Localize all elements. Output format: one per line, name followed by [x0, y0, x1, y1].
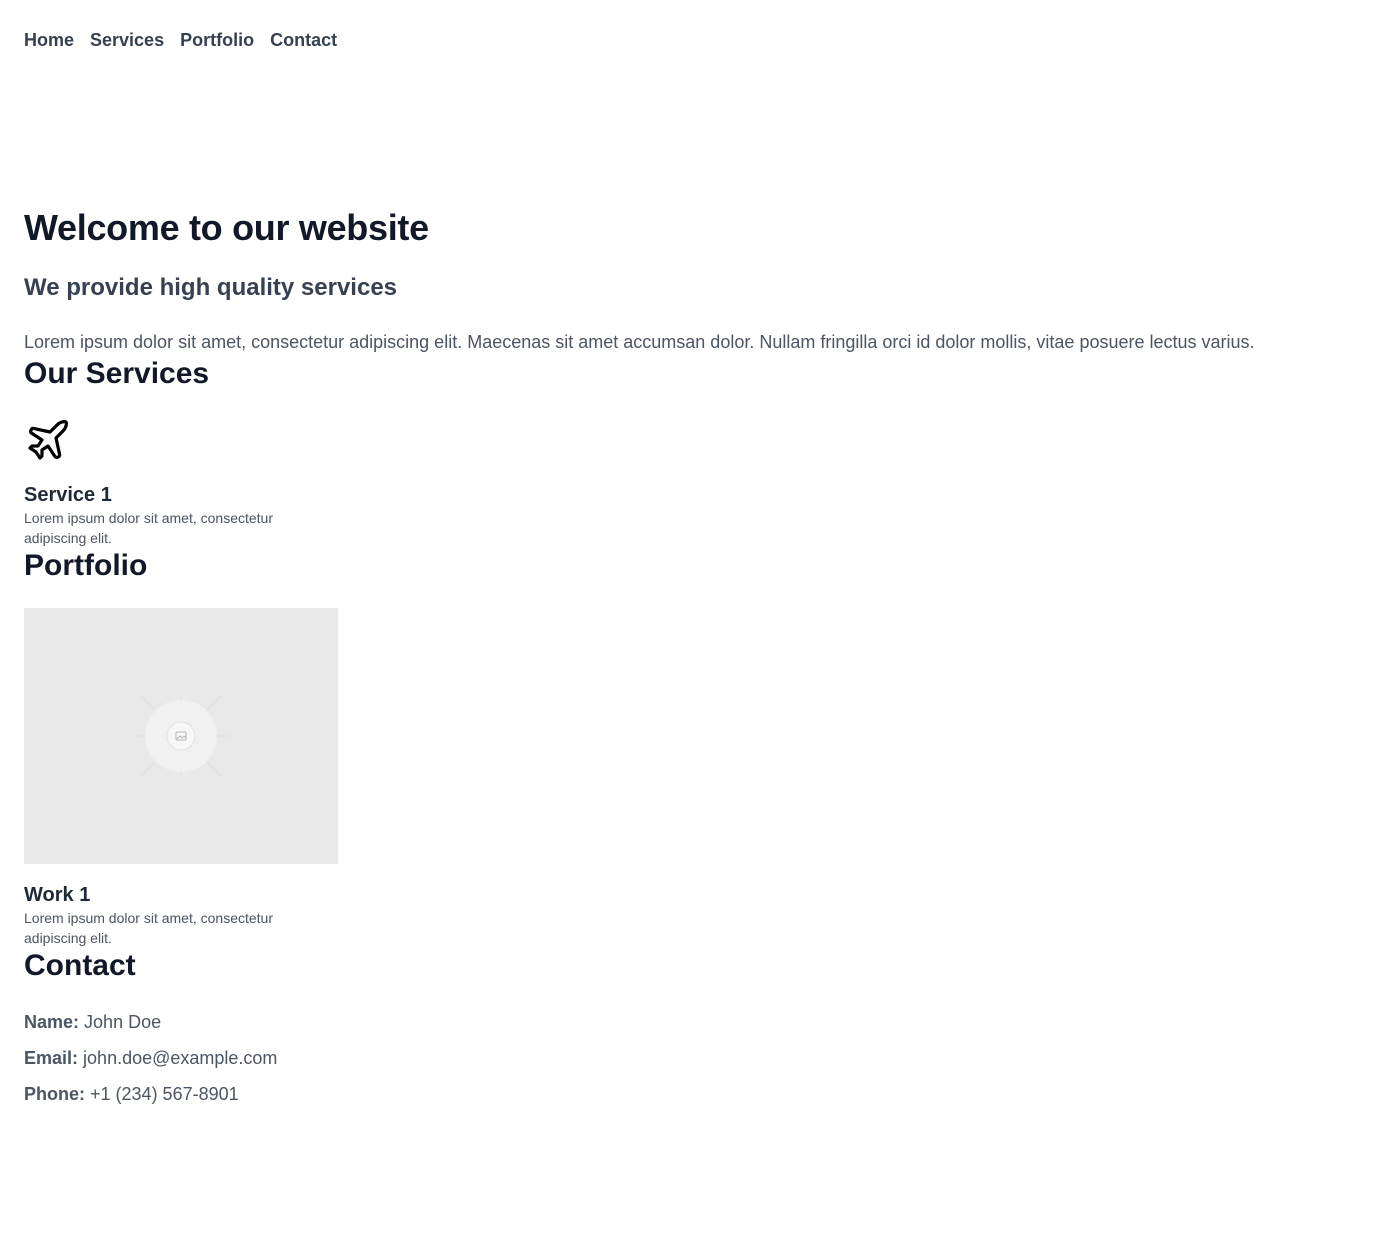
contact-phone: Phone: +1 (234) 567-8901 — [24, 1082, 239, 1106]
nav-link-contact[interactable]: Contact — [270, 28, 337, 52]
hero-subtitle: We provide high quality services — [24, 274, 398, 301]
airplane-icon — [24, 416, 72, 464]
page: Home Services Portfolio Contact Welcome … — [0, 0, 1376, 1236]
top-nav: Home Services Portfolio Contact — [24, 28, 337, 52]
contact-name-label: Name: — [24, 1012, 80, 1032]
contact-heading: Contact — [24, 949, 136, 982]
nav-link-home[interactable]: Home — [24, 28, 74, 52]
services-heading: Our Services — [24, 357, 210, 390]
contact-name-value: John Doe — [84, 1012, 162, 1032]
portfolio-image-placeholder — [24, 608, 338, 864]
service-1-title: Service 1 — [24, 484, 112, 506]
contact-name: Name: John Doe — [24, 1010, 161, 1034]
work-1-title: Work 1 — [24, 884, 91, 906]
work-1-text: Lorem ipsum dolor sit amet, consectetur … — [24, 910, 273, 946]
nav-link-portfolio[interactable]: Portfolio — [180, 28, 254, 52]
hero-text: Lorem ipsum dolor sit amet, consectetur … — [24, 332, 1255, 352]
nav-link-services[interactable]: Services — [90, 28, 164, 52]
contact-phone-value[interactable]: +1 (234) 567-8901 — [90, 1084, 239, 1104]
contact-email-value[interactable]: john.doe@example.com — [83, 1048, 277, 1068]
contact-phone-label: Phone: — [24, 1084, 85, 1104]
contact-email-label: Email: — [24, 1048, 79, 1068]
contact-email: Email: john.doe@example.com — [24, 1046, 277, 1070]
hero-title: Welcome to our website — [24, 207, 429, 248]
service-1-text: Lorem ipsum dolor sit amet, consectetur … — [24, 510, 273, 546]
portfolio-heading: Portfolio — [24, 549, 148, 582]
